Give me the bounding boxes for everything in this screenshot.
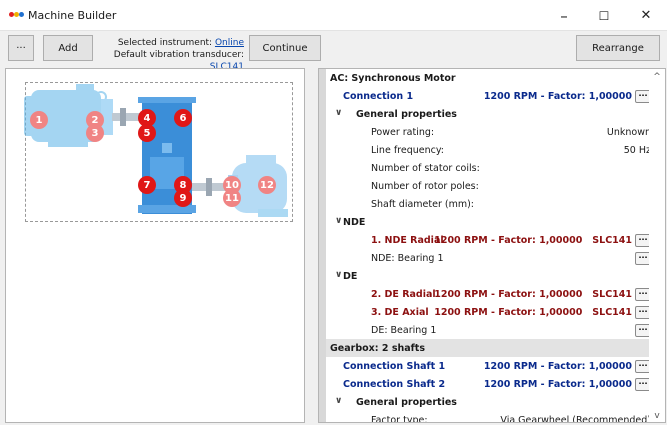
measurement-point-marker[interactable]: 5 bbox=[138, 124, 156, 142]
properties-tree-panel: AC: Synchronous Motor Connection 1 1200 … bbox=[318, 68, 666, 423]
property-row[interactable]: Shaft diameter (mm): bbox=[326, 195, 651, 213]
measurement-point-marker[interactable]: 1 bbox=[30, 111, 48, 129]
close-button[interactable]: ✕ bbox=[626, 0, 666, 31]
shaft-2-graphic bbox=[192, 178, 226, 196]
selected-instrument-link[interactable]: Online bbox=[215, 38, 244, 48]
tree-gutter bbox=[319, 69, 326, 422]
app-logo-icon bbox=[9, 12, 24, 18]
chevron-down-icon[interactable]: ∨ bbox=[335, 216, 342, 226]
measurement-point-marker[interactable]: 11 bbox=[223, 189, 241, 207]
connection-row[interactable]: Connection 1 1200 RPM - Factor: 1,00000 ·… bbox=[326, 87, 651, 105]
measurement-point-marker[interactable]: 12 bbox=[258, 176, 276, 194]
scroll-down-icon[interactable]: v bbox=[649, 408, 665, 422]
category-general-properties[interactable]: ∨ General properties bbox=[326, 393, 651, 411]
vertical-scrollbar[interactable]: ^ v bbox=[649, 69, 665, 422]
rearrange-button[interactable]: Rearrange bbox=[576, 35, 660, 61]
maximize-button[interactable]: ☐ bbox=[584, 0, 624, 31]
title-bar: Machine Builder – ☐ ✕ bbox=[0, 0, 667, 31]
measurement-point-marker[interactable]: 6 bbox=[174, 109, 192, 127]
bearing-row[interactable]: DE: Bearing 1 ··· bbox=[326, 321, 651, 339]
category-de[interactable]: ∨ DE bbox=[326, 267, 651, 285]
connection-row[interactable]: Connection Shaft 2 1200 RPM - Factor: 1,… bbox=[326, 375, 651, 393]
scroll-up-icon[interactable]: ^ bbox=[649, 69, 665, 85]
measurement-point-marker[interactable]: 7 bbox=[138, 176, 156, 194]
toolbar: ··· Add Selected instrument: Online Defa… bbox=[0, 31, 667, 72]
window-title: Machine Builder bbox=[28, 9, 117, 22]
connection-row[interactable]: Connection Shaft 1 1200 RPM - Factor: 1,… bbox=[326, 357, 651, 375]
chevron-down-icon[interactable]: ∨ bbox=[335, 270, 342, 280]
property-row[interactable]: Number of rotor poles: bbox=[326, 177, 651, 195]
measurement-row-de-radial[interactable]: 2. DE Radial 1200 RPM - Factor: 1,00000 … bbox=[326, 285, 651, 303]
category-general-properties[interactable]: ∨ General properties bbox=[326, 105, 651, 123]
property-row[interactable]: Number of stator coils: bbox=[326, 159, 651, 177]
machine-diagram-panel: 1 2 3 4 5 6 7 8 9 10 11 12 bbox=[5, 68, 305, 423]
measurement-point-marker[interactable]: 9 bbox=[174, 189, 192, 207]
default-transducer-label: Default vibration transducer: bbox=[113, 50, 244, 60]
property-row[interactable]: Line frequency: 50 Hz bbox=[326, 141, 651, 159]
continue-button[interactable]: Continue bbox=[249, 35, 321, 61]
more-options-button[interactable]: ··· bbox=[8, 35, 34, 61]
measurement-row-nde-radial[interactable]: 1. NDE Radial 1200 RPM - Factor: 1,00000… bbox=[326, 231, 651, 249]
property-row[interactable]: Power rating: Unknown bbox=[326, 123, 651, 141]
section-header-motor[interactable]: AC: Synchronous Motor bbox=[326, 69, 651, 87]
measurement-point-marker[interactable]: 3 bbox=[86, 124, 104, 142]
add-button[interactable]: Add bbox=[43, 35, 93, 61]
minimize-button[interactable]: – bbox=[544, 0, 584, 31]
bearing-row[interactable]: NDE: Bearing 1 ··· bbox=[326, 249, 651, 267]
chevron-down-icon[interactable]: ∨ bbox=[335, 396, 342, 406]
property-row[interactable]: Factor type: Via Gearwheel (Recommended) bbox=[326, 411, 651, 423]
chevron-down-icon[interactable]: ∨ bbox=[335, 108, 342, 118]
section-header-gearbox[interactable]: Gearbox: 2 shafts bbox=[326, 339, 651, 357]
selected-instrument-label: Selected instrument: bbox=[117, 38, 213, 48]
category-nde[interactable]: ∨ NDE bbox=[326, 213, 651, 231]
measurement-row-de-axial[interactable]: 3. DE Axial 1200 RPM - Factor: 1,00000 S… bbox=[326, 303, 651, 321]
